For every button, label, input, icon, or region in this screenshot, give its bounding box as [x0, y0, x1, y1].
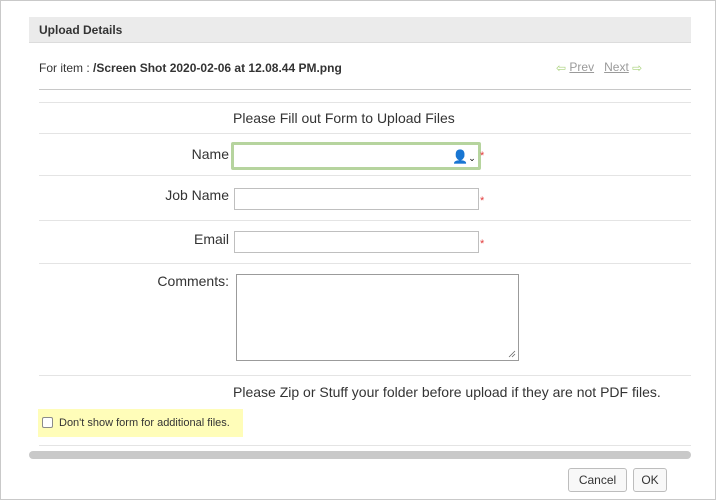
job-name-input[interactable]	[234, 188, 479, 210]
dialog-title: Upload Details	[39, 23, 123, 37]
left-arrow-icon: ⇦	[556, 60, 567, 75]
email-label: Email	[193, 231, 229, 247]
divider	[39, 89, 691, 90]
required-marker: *	[480, 195, 485, 207]
name-label: Name	[191, 146, 229, 162]
required-marker: *	[480, 238, 485, 250]
upload-details-dialog: Upload Details For item : /Screen Shot 2…	[0, 0, 716, 500]
right-arrow-icon: ⇨	[632, 60, 643, 75]
divider	[39, 375, 691, 376]
dialog-header: Upload Details	[29, 17, 691, 43]
job-name-label: Job Name	[165, 187, 229, 203]
item-filename: /Screen Shot 2020-02-06 at 12.08.44 PM.p…	[93, 61, 342, 75]
name-input[interactable]	[231, 142, 481, 170]
next-link[interactable]: Next	[604, 60, 629, 74]
pager: ⇦ Prev Next ⇨	[556, 60, 642, 75]
prev-link[interactable]: Prev	[569, 60, 594, 74]
dont-show-label[interactable]: Don't show form for additional files.	[59, 417, 230, 429]
item-prefix: For item :	[39, 61, 94, 75]
zip-note: Please Zip or Stuff your folder before u…	[233, 384, 661, 400]
comments-label: Comments:	[157, 273, 229, 289]
divider	[39, 263, 691, 264]
cancel-button[interactable]: Cancel	[568, 468, 627, 492]
resize-handle-icon[interactable]	[508, 350, 516, 358]
divider	[39, 220, 691, 221]
item-info: For item : /Screen Shot 2020-02-06 at 12…	[39, 61, 342, 75]
email-input[interactable]	[234, 231, 479, 253]
horizontal-scrollbar[interactable]	[29, 451, 691, 459]
dont-show-option[interactable]: Don't show form for additional files.	[38, 409, 243, 437]
comments-textarea[interactable]	[236, 274, 519, 361]
divider	[39, 133, 691, 134]
ok-button[interactable]: OK	[633, 468, 667, 492]
dont-show-checkbox[interactable]	[42, 417, 53, 428]
form-title: Please Fill out Form to Upload Files	[233, 110, 455, 126]
divider	[39, 445, 691, 446]
required-marker: *	[480, 150, 485, 162]
divider	[39, 102, 691, 103]
user-icon[interactable]: 👤⌄	[452, 149, 476, 165]
divider	[39, 175, 691, 176]
